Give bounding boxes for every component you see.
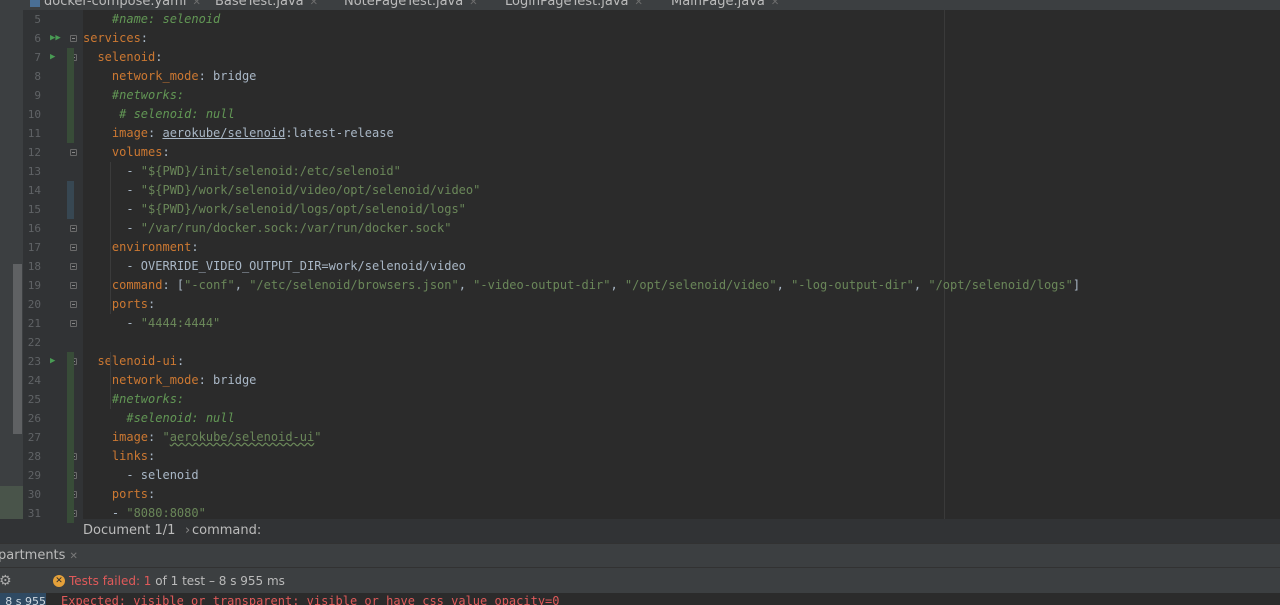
code-line[interactable]: #name: selenoid <box>83 10 220 29</box>
line-number: 14 <box>27 184 41 197</box>
tab-docker-compose[interactable]: docker-compose.yaml ✕ <box>30 0 201 10</box>
test-status-bar: ⚙ ✕ Tests failed: 1 of 1 test – 8 s 955 … <box>0 567 1280 594</box>
vcs-change-marker[interactable] <box>67 352 74 523</box>
close-icon[interactable]: ✕ <box>635 0 643 8</box>
line-number: 21 <box>27 317 41 330</box>
line-number: 18 <box>27 260 41 273</box>
line-number: 12 <box>27 146 41 159</box>
run-gutter-icon[interactable]: ▶ <box>50 48 55 67</box>
line-number: 24 <box>27 374 41 387</box>
fold-marker-icon[interactable] <box>70 225 77 232</box>
line-number: 27 <box>27 431 41 444</box>
tool-window-indicator <box>0 486 23 519</box>
code-line[interactable]: #networks: <box>83 86 184 105</box>
code-line[interactable]: - OVERRIDE_VIDEO_OUTPUT_DIR=work/selenoi… <box>83 257 466 276</box>
fold-marker-icon[interactable] <box>70 149 77 156</box>
line-number: 17 <box>27 241 41 254</box>
line-number: 19 <box>27 279 41 292</box>
fold-marker-icon[interactable] <box>70 263 77 270</box>
test-status-text: Tests failed: 1 of 1 test – 8 s 955 ms <box>69 574 285 588</box>
tab-notepagetest[interactable]: NotePageTest.java ✕ <box>344 0 478 10</box>
fold-marker-icon[interactable] <box>70 35 77 42</box>
line-number: 20 <box>27 298 41 311</box>
code-line[interactable]: services: <box>83 29 148 48</box>
yaml-file-icon <box>30 0 40 7</box>
line-number: 31 <box>27 507 41 520</box>
code-line[interactable]: image: aerokube/selenoid:latest-release <box>83 124 394 143</box>
ide-window: docker-compose.yaml ✕ BaseTest.java ✕ Note… <box>0 0 1280 605</box>
code-line[interactable]: - "${PWD}/work/selenoid/logs/opt/selenoi… <box>83 200 466 219</box>
fold-marker-icon[interactable] <box>70 320 77 327</box>
code-line[interactable]: - selenoid <box>83 466 198 485</box>
code-line[interactable]: #networks: <box>83 390 184 409</box>
fold-marker-icon[interactable] <box>70 244 77 251</box>
code-line[interactable]: image: "aerokube/selenoid-ui" <box>83 428 322 447</box>
line-number: 29 <box>27 469 41 482</box>
tab-loginpagetest[interactable]: LoginPageTest.java ✕ <box>505 0 643 10</box>
line-number: 30 <box>27 488 41 501</box>
close-icon[interactable]: ✕ <box>69 551 77 562</box>
run-tab[interactable]: partments ✕ <box>0 544 78 569</box>
line-number: 8 <box>34 70 41 83</box>
left-tool-strip <box>0 10 23 519</box>
code-line[interactable]: selenoid: <box>83 48 162 67</box>
code-line[interactable]: #selenoid: null <box>83 409 234 428</box>
line-number: 28 <box>27 450 41 463</box>
line-number: 7 <box>34 51 41 64</box>
line-number: 11 <box>27 127 41 140</box>
close-icon[interactable]: ✕ <box>192 0 200 8</box>
test-failed-icon: ✕ <box>53 575 65 587</box>
code-line[interactable]: command: ["-conf", "/etc/selenoid/browse… <box>83 276 1080 295</box>
indent-guide <box>110 352 111 409</box>
run-gutter-icon[interactable]: ▶ <box>50 352 55 371</box>
right-margin-guide <box>944 10 945 519</box>
editor-tab-bar: docker-compose.yaml ✕ BaseTest.java ✕ Note… <box>0 0 1280 10</box>
code-line[interactable]: - "8080:8080" <box>83 504 206 523</box>
code-line[interactable]: - "4444:4444" <box>83 314 220 333</box>
vcs-change-marker[interactable] <box>67 181 74 219</box>
code-line[interactable]: network_mode: bridge <box>83 67 257 86</box>
line-number: 25 <box>27 393 41 406</box>
test-output: 8 s 955 ms Expected: visible or transpar… <box>0 593 1280 605</box>
line-number: 15 <box>27 203 41 216</box>
code-line[interactable]: ports: <box>83 295 155 314</box>
fold-marker-icon[interactable] <box>70 282 77 289</box>
code-line[interactable]: volumes: <box>83 143 170 162</box>
line-number: 10 <box>27 108 41 121</box>
error-output-line: Expected: visible or transparent: visibl… <box>61 594 560 605</box>
line-number: 26 <box>27 412 41 425</box>
close-icon[interactable]: ✕ <box>469 0 477 8</box>
gear-icon[interactable]: ⚙ <box>0 568 12 594</box>
line-number: 5 <box>34 13 41 26</box>
code-line[interactable]: # selenoid: null <box>83 105 235 124</box>
vcs-change-marker[interactable] <box>67 48 74 143</box>
fold-marker-icon[interactable] <box>70 301 77 308</box>
line-number: 6 <box>34 32 41 45</box>
run-gutter-icon[interactable]: ▶▶ <box>50 29 61 48</box>
code-line[interactable]: network_mode: bridge <box>83 371 257 390</box>
code-line[interactable]: - "/var/run/docker.sock:/var/run/docker.… <box>83 219 451 238</box>
code-line[interactable]: links: <box>83 447 155 466</box>
code-line[interactable]: ports: <box>83 485 155 504</box>
line-number: 22 <box>27 336 41 349</box>
tab-basetest[interactable]: BaseTest.java ✕ <box>215 0 318 10</box>
line-number: 13 <box>27 165 41 178</box>
close-icon[interactable]: ✕ <box>310 0 318 8</box>
code-line[interactable]: environment: <box>83 238 199 257</box>
line-number: 16 <box>27 222 41 235</box>
duration-badge[interactable]: 8 s 955 ms <box>0 593 46 605</box>
code-line[interactable]: selenoid-ui: <box>83 352 184 371</box>
line-number: 23 <box>27 355 41 368</box>
tab-mainpage[interactable]: MainPage.java ✕ <box>671 0 779 10</box>
run-panel-header: partments ✕ <box>0 543 1280 568</box>
line-number: 9 <box>34 89 41 102</box>
scroll-marker <box>13 264 22 434</box>
code-line[interactable]: - "${PWD}/init/selenoid:/etc/selenoid" <box>83 162 401 181</box>
indent-guide <box>110 162 111 314</box>
close-icon[interactable]: ✕ <box>771 0 779 8</box>
code-line[interactable]: - "${PWD}/work/selenoid/video/opt/seleno… <box>83 181 480 200</box>
